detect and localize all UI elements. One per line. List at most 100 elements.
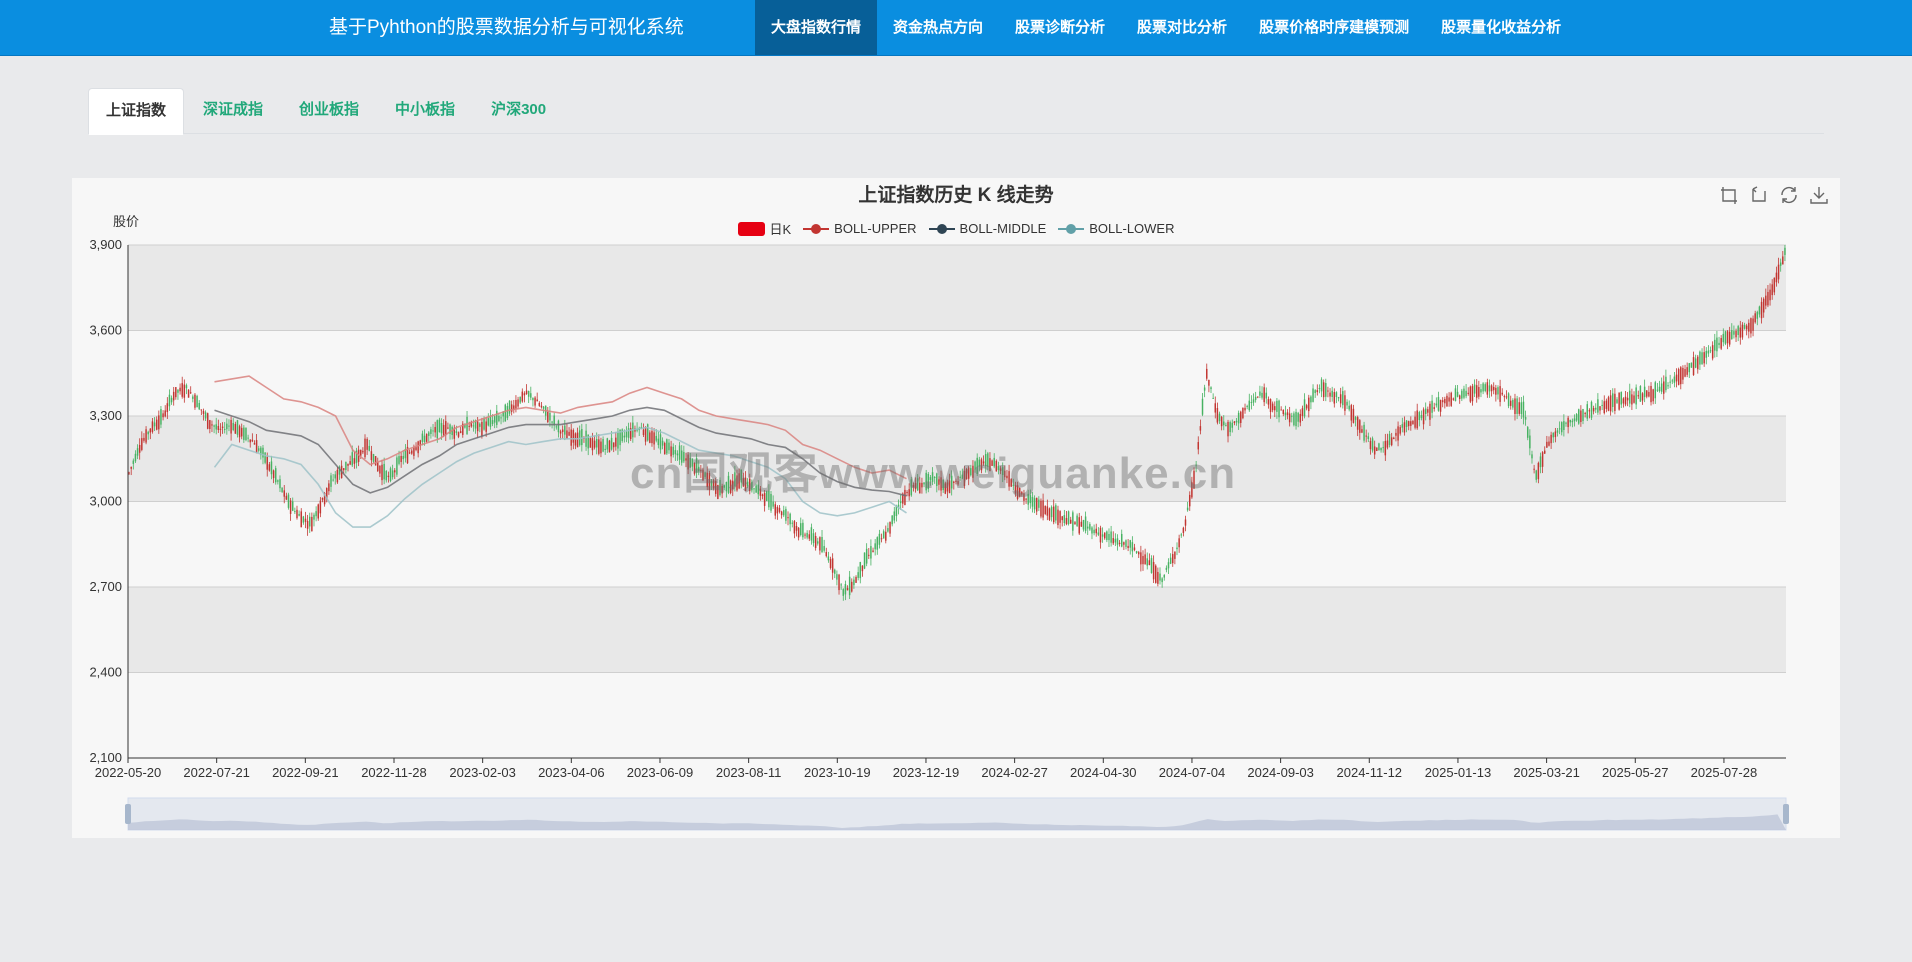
- candle-body: [1263, 387, 1265, 403]
- candle-body: [1548, 441, 1550, 446]
- candle-body: [1703, 352, 1705, 364]
- candle-body: [366, 438, 368, 450]
- candle-body: [644, 427, 647, 442]
- kline-chart[interactable]: 3,9003,6003,3003,0002,7002,4002,1002022-…: [72, 178, 1840, 838]
- candle-body: [663, 442, 666, 455]
- candle-body: [1637, 395, 1640, 397]
- candle-body: [1148, 560, 1151, 566]
- candle-body: [1612, 393, 1614, 407]
- candle-body: [519, 396, 521, 403]
- candle-body: [819, 537, 821, 551]
- candle-body: [997, 466, 1000, 470]
- candle-body: [1240, 411, 1242, 423]
- candle-body: [1582, 409, 1584, 421]
- candle-body: [281, 487, 283, 492]
- nav-item-stock-compare[interactable]: 股票对比分析: [1121, 0, 1243, 55]
- candle-body: [1775, 272, 1778, 283]
- candle-body: [423, 435, 426, 442]
- legend-item-boll-middle[interactable]: BOLL-MIDDLE: [928, 219, 1046, 238]
- candle-body: [702, 469, 704, 481]
- candle-body: [1293, 413, 1295, 426]
- x-tick-label: 2022-09-21: [272, 765, 339, 780]
- candle-body: [1174, 551, 1176, 559]
- candle-body: [1112, 538, 1114, 544]
- candle-body: [714, 480, 717, 494]
- candle-body: [608, 440, 611, 453]
- candle-body: [1386, 440, 1389, 448]
- candle-body: [946, 482, 949, 492]
- legend-label: 日K: [769, 222, 792, 237]
- candle-body: [1235, 420, 1238, 423]
- candle-body: [1667, 385, 1669, 387]
- candle-body: [838, 574, 840, 591]
- zoom-reset-icon[interactable]: [1748, 184, 1770, 206]
- candle-body: [708, 472, 711, 491]
- candle-body: [827, 556, 830, 561]
- candle-body: [1601, 404, 1603, 406]
- legend-item-boll-upper[interactable]: BOLL-UPPER: [803, 219, 917, 238]
- candle-body: [1771, 284, 1773, 296]
- candle-body: [457, 432, 460, 437]
- candle-body: [753, 488, 755, 490]
- candle-body: [1012, 484, 1015, 486]
- candle-body: [1752, 318, 1754, 331]
- candle-body: [466, 416, 468, 435]
- candle-body: [1063, 515, 1066, 524]
- candle-body: [496, 410, 498, 425]
- index-tabs: 上证指数 深证成指 创业板指 中小板指 沪深300: [88, 88, 1824, 135]
- candle-body: [829, 559, 832, 568]
- candle-body: [1010, 479, 1012, 487]
- candle-body: [1690, 362, 1693, 368]
- tab-shanghai-index[interactable]: 上证指数: [88, 88, 185, 135]
- candle-body: [755, 485, 757, 493]
- tab-csi300[interactable]: 沪深300: [474, 88, 563, 132]
- candle-body: [931, 472, 934, 482]
- candle-body: [1074, 522, 1076, 525]
- candle-body: [1571, 420, 1574, 423]
- download-icon[interactable]: [1808, 184, 1830, 206]
- legend-swatch-candle: [737, 221, 765, 236]
- tab-shenzhen-index[interactable]: 深证成指: [186, 88, 280, 132]
- candle-body: [623, 435, 626, 438]
- nav-item-market-index[interactable]: 大盘指数行情: [755, 0, 878, 55]
- grid-band: [128, 672, 1786, 758]
- tab-chinext-index[interactable]: 创业板指: [282, 88, 376, 132]
- x-tick-label: 2025-07-28: [1691, 765, 1758, 780]
- candle-body: [515, 399, 517, 409]
- candle-body: [1446, 395, 1448, 407]
- candle-body: [1184, 519, 1187, 526]
- zoom-icon[interactable]: [1718, 184, 1740, 206]
- candle-body: [491, 420, 494, 425]
- candle-body: [1414, 416, 1416, 428]
- nav-item-capital-hotspot[interactable]: 资金热点方向: [877, 0, 999, 55]
- candle-body: [285, 495, 288, 500]
- candle-body: [944, 483, 947, 494]
- legend-item-daily-k[interactable]: 日K: [737, 219, 792, 238]
- y-tick-label: 3,000: [89, 494, 122, 509]
- candle-body: [808, 534, 811, 539]
- candle-body: [1082, 519, 1085, 530]
- candle-body: [1133, 547, 1136, 550]
- candle-body: [1261, 392, 1263, 398]
- restore-icon[interactable]: [1778, 184, 1800, 206]
- candle-body: [287, 494, 290, 508]
- nav-item-quant-return[interactable]: 股票量化收益分析: [1425, 0, 1577, 55]
- tab-sme-index[interactable]: 中小板指: [378, 88, 472, 132]
- candle-body: [1480, 389, 1482, 393]
- candle-body: [530, 393, 532, 398]
- candle-body: [408, 452, 411, 454]
- candle-body: [1556, 430, 1559, 433]
- legend-item-boll-lower[interactable]: BOLL-LOWER: [1058, 219, 1175, 238]
- candle-body: [1769, 289, 1771, 301]
- nav-item-price-forecast[interactable]: 股票价格时序建模预测: [1243, 0, 1425, 55]
- candle-body: [961, 474, 964, 479]
- candle-body: [547, 411, 549, 423]
- candle-body: [1390, 437, 1393, 446]
- candle-body: [1618, 392, 1620, 410]
- nav-item-stock-diagnosis[interactable]: 股票诊断分析: [999, 0, 1121, 55]
- candle-body: [436, 420, 439, 439]
- candle-body: [508, 400, 511, 414]
- candle-body: [1229, 422, 1231, 433]
- candle-body: [396, 457, 398, 475]
- candle-body: [1435, 403, 1438, 406]
